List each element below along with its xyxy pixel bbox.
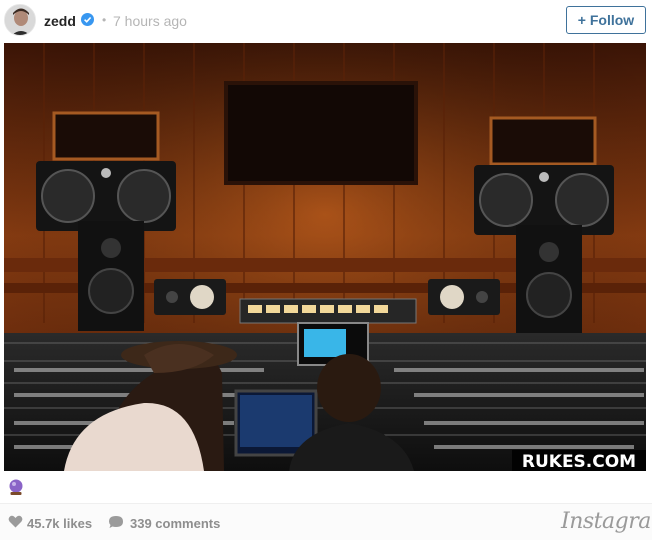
avatar[interactable] [4, 4, 36, 36]
username[interactable]: zedd [44, 13, 76, 29]
photo-watermark: RUKES.COM [522, 452, 636, 471]
post-footer [0, 503, 652, 540]
post-header: zedd • 7 hours ago + Follow [0, 0, 652, 42]
follow-button[interactable]: + Follow [566, 6, 646, 34]
likes-count[interactable]: 45.7k likes [27, 516, 92, 531]
crystal-ball-icon [9, 479, 23, 495]
separator-dot: • [102, 13, 107, 27]
verified-badge-icon [81, 13, 94, 26]
post-photo[interactable]: RUKES.COM [4, 43, 646, 471]
comment-bubble-icon[interactable] [108, 515, 124, 529]
instagram-logo[interactable]: Instagram [561, 509, 652, 534]
comments-count[interactable]: 339 comments [130, 516, 220, 531]
timestamp[interactable]: 7 hours ago [113, 13, 187, 29]
heart-icon[interactable] [8, 515, 23, 528]
studio-photo: RUKES.COM [4, 43, 646, 471]
avatar-image [5, 5, 35, 35]
